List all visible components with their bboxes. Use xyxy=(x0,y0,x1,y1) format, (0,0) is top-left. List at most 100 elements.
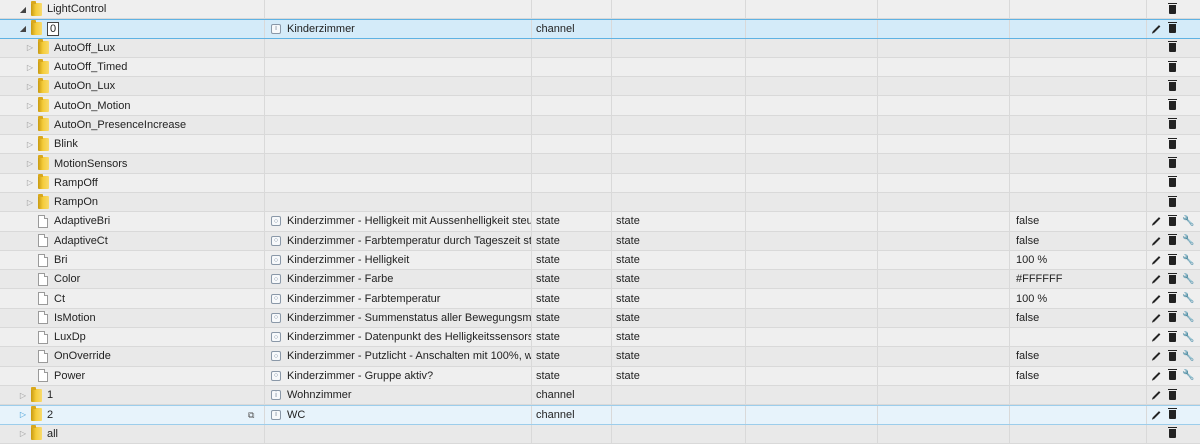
type-cell: state xyxy=(532,231,612,250)
delete-button[interactable] xyxy=(1167,99,1178,111)
delete-button[interactable] xyxy=(1167,369,1178,381)
copy-icon[interactable]: ⧉ xyxy=(248,410,257,420)
tree-row[interactable]: ▷ AutoOn_Lux xyxy=(0,77,1200,97)
expand-toggle-icon[interactable]: ▷ xyxy=(25,63,35,72)
tree-row[interactable]: Bri ○ Kinderzimmer - Helligkeit state state 1… xyxy=(0,250,1200,271)
tree-row[interactable]: ▷ AutoOff_Timed xyxy=(0,57,1200,78)
expand-toggle-icon[interactable]: ▷ xyxy=(18,429,28,438)
tree-row[interactable]: ▷ AutoOff_Lux xyxy=(0,38,1200,58)
value-cell: false xyxy=(1010,347,1147,366)
tree-row[interactable]: ▷ Blink xyxy=(0,135,1200,155)
edit-button[interactable] xyxy=(1151,390,1162,401)
delete-button[interactable] xyxy=(1167,349,1178,362)
settings-button[interactable]: 🔧 xyxy=(1182,255,1194,266)
tree-row[interactable]: AdaptiveCt ○ Kinderzimmer - Farbtemperatur… xyxy=(0,231,1200,251)
tree-row[interactable]: Power ○ Kinderzimmer - Gruppe aktiv? state s… xyxy=(0,366,1200,386)
role-cell xyxy=(612,96,746,115)
edit-button[interactable] xyxy=(1151,409,1162,420)
name-text: Kinderzimmer - Helligkeit xyxy=(287,254,410,266)
delete-button[interactable] xyxy=(1167,41,1178,53)
expand-toggle-icon[interactable]: ▷ xyxy=(25,159,35,168)
delete-button[interactable] xyxy=(1167,22,1178,34)
settings-button[interactable]: 🔧 xyxy=(1182,332,1194,343)
delete-button[interactable] xyxy=(1167,176,1178,188)
delete-button[interactable] xyxy=(1167,292,1178,304)
delete-button[interactable] xyxy=(1167,388,1178,401)
file-icon xyxy=(38,369,48,383)
delete-button[interactable] xyxy=(1167,427,1178,439)
edit-button[interactable] xyxy=(1151,235,1162,246)
actions-cell: 🔧 xyxy=(1147,347,1200,365)
delete-button[interactable] xyxy=(1167,330,1178,343)
file-icon xyxy=(38,330,48,344)
edit-button[interactable] xyxy=(1151,332,1162,343)
delete-button[interactable] xyxy=(1167,195,1178,208)
delete-button[interactable] xyxy=(1167,311,1178,323)
expand-toggle-icon[interactable]: ▷ xyxy=(25,101,35,110)
expand-toggle-icon[interactable]: ▷ xyxy=(25,198,35,207)
delete-button[interactable] xyxy=(1167,79,1178,92)
edit-button[interactable] xyxy=(1151,255,1162,266)
delete-button[interactable] xyxy=(1167,234,1178,246)
expand-toggle-icon[interactable]: ▷ xyxy=(18,410,28,419)
settings-button[interactable]: 🔧 xyxy=(1182,351,1194,362)
tree-row[interactable]: ▷ 2 ⧉ i WC channel xyxy=(0,405,1200,425)
expand-toggle-icon[interactable]: ◢ xyxy=(18,5,28,14)
tree-row[interactable]: ▷ AutoOn_Motion xyxy=(0,96,1200,116)
delete-button[interactable] xyxy=(1167,253,1178,266)
name-text: WC xyxy=(287,408,306,421)
delete-button[interactable] xyxy=(1167,408,1178,420)
tree-row-root[interactable]: ◢ LightControl xyxy=(0,0,1200,20)
delete-button[interactable] xyxy=(1167,118,1178,130)
tree-row[interactable]: Ct ○ Kinderzimmer - Farbtemperatur state sta… xyxy=(0,289,1200,309)
tree-row[interactable]: ◢ 0 i Kinderzimmer channel xyxy=(0,19,1200,39)
tree-row[interactable]: Color ○ Kinderzimmer - Farbe state state #FFF… xyxy=(0,270,1200,290)
state-icon: ○ xyxy=(271,216,281,227)
expand-toggle-icon[interactable]: ▷ xyxy=(18,391,28,400)
tree-row[interactable]: ▷ RampOn xyxy=(0,192,1200,213)
delete-button[interactable] xyxy=(1167,272,1178,285)
delete-button[interactable] xyxy=(1167,137,1178,150)
tree-row[interactable]: ▷ all xyxy=(0,424,1200,444)
edit-button[interactable] xyxy=(1151,351,1162,362)
expand-toggle-icon[interactable]: ▷ xyxy=(25,43,35,52)
tree-row[interactable]: OnOverride ○ Kinderzimmer - Putzlicht - An… xyxy=(0,347,1200,367)
expand-toggle-icon[interactable]: ▷ xyxy=(25,120,35,129)
folder-icon xyxy=(31,406,42,422)
tree-row[interactable]: LuxDp ○ Kinderzimmer - Datenpunkt des Hell… xyxy=(0,328,1200,348)
actions-cell xyxy=(1147,135,1200,153)
wrench-icon: 🔧 xyxy=(1182,293,1195,305)
delete-button[interactable] xyxy=(1167,2,1178,15)
edit-button[interactable] xyxy=(1151,274,1162,285)
id-cell: Ct xyxy=(0,289,265,308)
tree-row[interactable]: ▷ MotionSensors xyxy=(0,154,1200,174)
settings-button[interactable]: 🔧 xyxy=(1182,370,1194,381)
tree-row[interactable]: ▷ RampOff xyxy=(0,173,1200,193)
settings-button[interactable]: 🔧 xyxy=(1182,293,1195,305)
value-cell xyxy=(1010,135,1147,154)
type-cell: state xyxy=(532,328,612,347)
settings-button[interactable]: 🔧 xyxy=(1182,312,1194,323)
expand-toggle-icon[interactable]: ▷ xyxy=(25,82,35,91)
name-text: Kinderzimmer - Helligkeit mit Aussenhell… xyxy=(287,215,532,228)
edit-button[interactable] xyxy=(1151,23,1162,34)
delete-button[interactable] xyxy=(1167,214,1178,227)
expand-toggle-icon[interactable]: ▷ xyxy=(25,178,35,187)
tree-row[interactable]: ▷ 1 i Wohnzimmer channel xyxy=(0,385,1200,406)
edit-button[interactable] xyxy=(1151,216,1162,227)
trash-icon xyxy=(1168,427,1177,439)
delete-button[interactable] xyxy=(1167,157,1178,169)
tree-row[interactable]: IsMotion ○ Kinderzimmer - Summenstatus all… xyxy=(0,308,1200,329)
tree-row[interactable]: ▷ AutoOn_PresenceIncrease xyxy=(0,115,1200,136)
edit-button[interactable] xyxy=(1151,312,1162,323)
settings-button[interactable]: 🔧 xyxy=(1182,274,1194,285)
function-cell xyxy=(878,424,1010,443)
expand-toggle-icon[interactable]: ▷ xyxy=(25,140,35,149)
settings-button[interactable]: 🔧 xyxy=(1182,216,1194,227)
edit-button[interactable] xyxy=(1151,370,1162,381)
tree-row[interactable]: AdaptiveBri ○ Kinderzimmer - Helligkeit mi… xyxy=(0,212,1200,232)
settings-button[interactable]: 🔧 xyxy=(1182,235,1194,246)
expand-toggle-icon[interactable]: ◢ xyxy=(18,24,28,33)
delete-button[interactable] xyxy=(1167,60,1178,73)
edit-button[interactable] xyxy=(1151,293,1162,304)
